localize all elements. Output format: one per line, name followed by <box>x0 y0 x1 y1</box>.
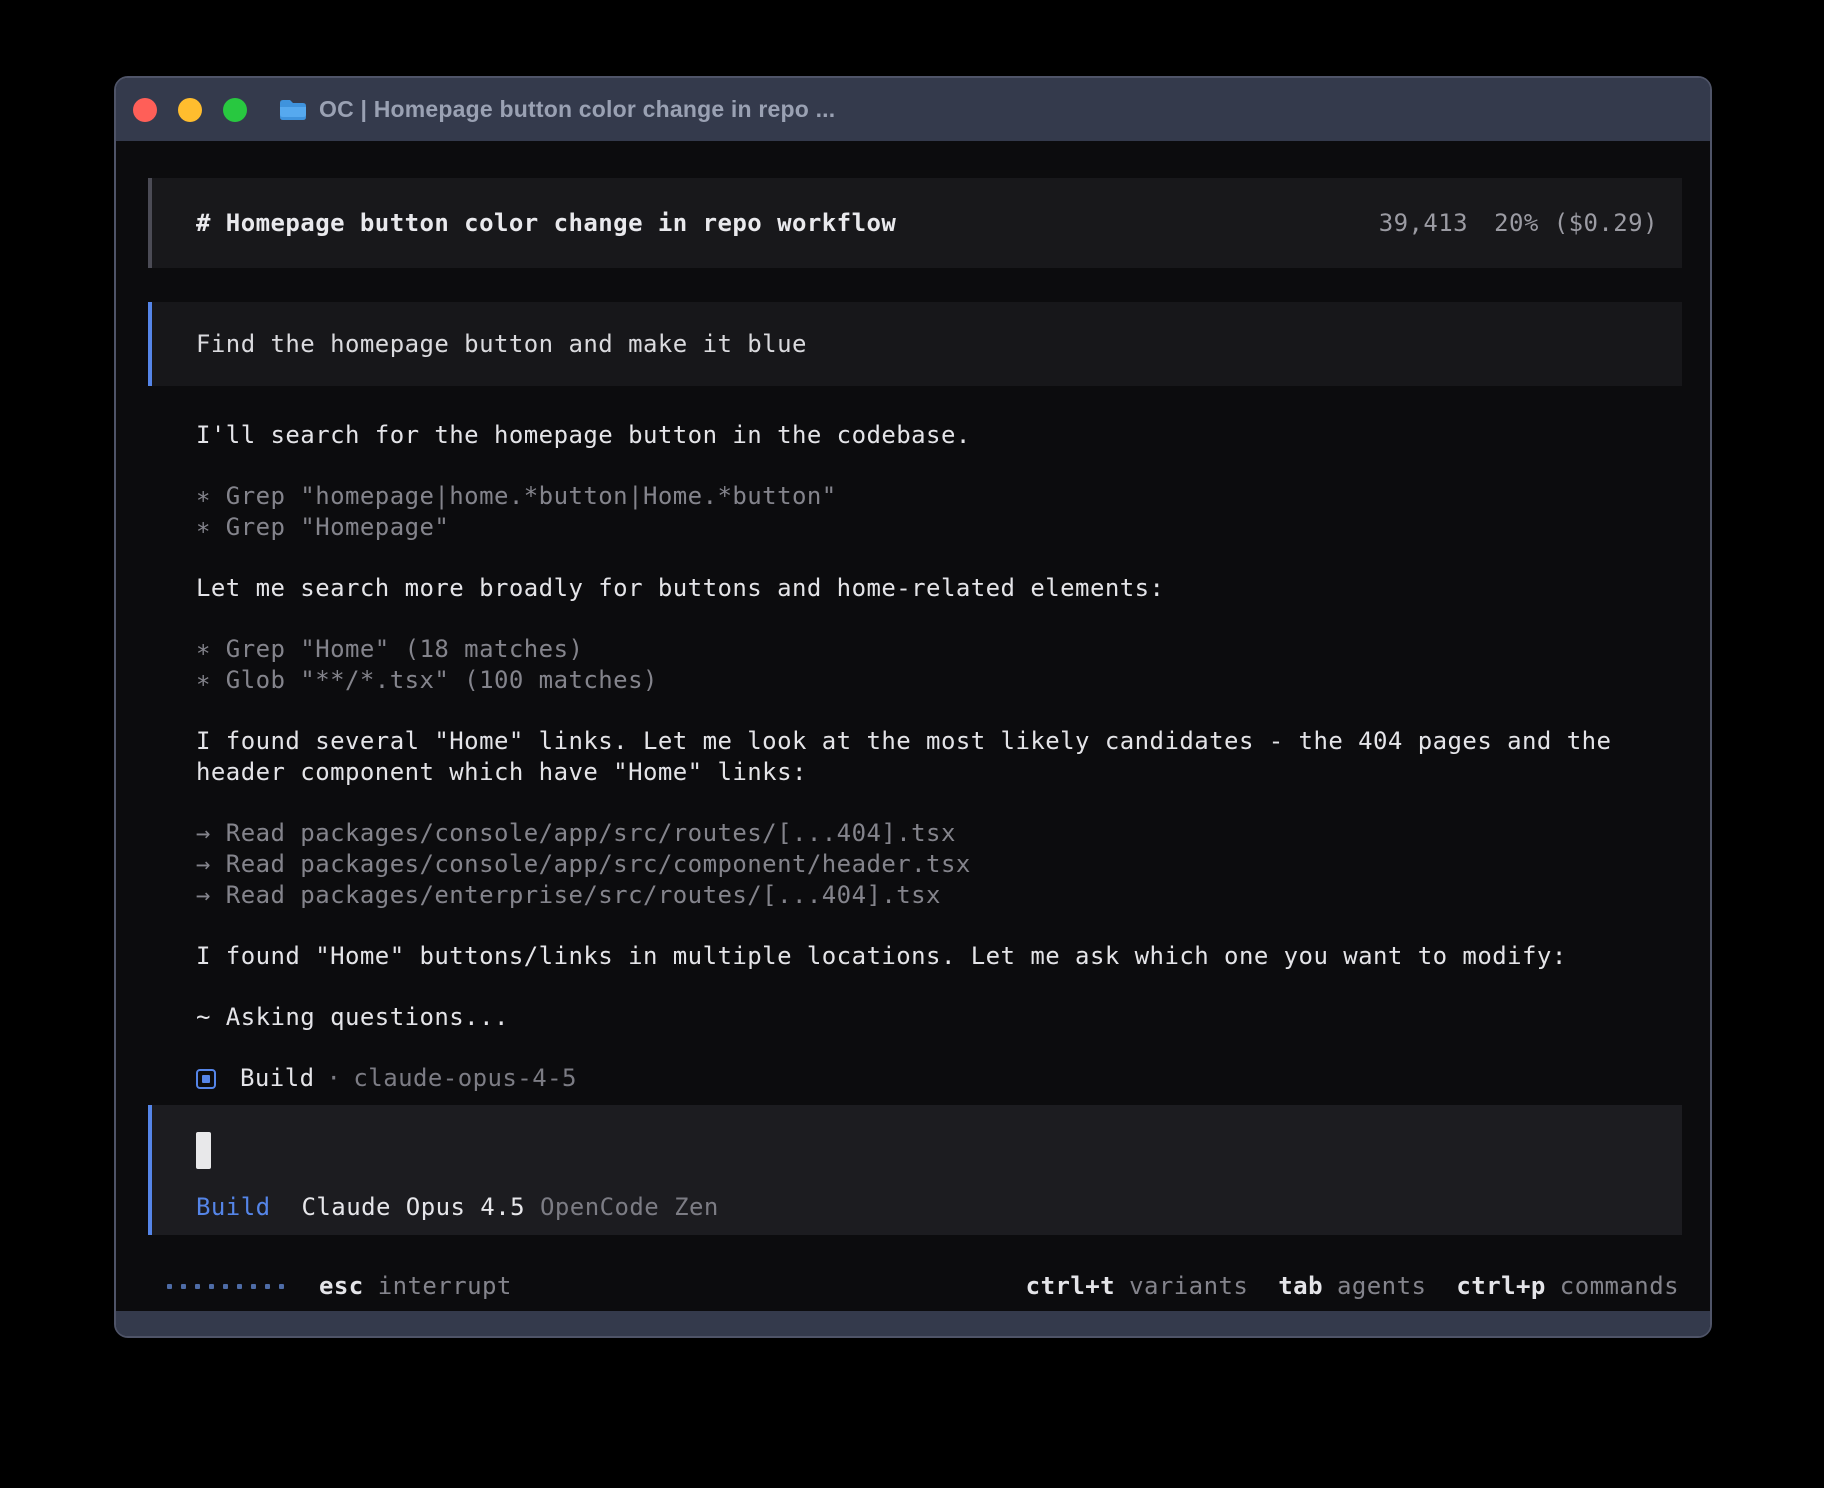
titlebar: OC | Homepage button color change in rep… <box>116 78 1710 141</box>
user-message: Find the homepage button and make it blu… <box>148 302 1682 386</box>
spinner-dot <box>195 1284 200 1289</box>
assistant-text-block: ~ Asking questions... <box>196 1002 1686 1033</box>
text-cursor <box>196 1132 211 1169</box>
session-title: # Homepage button color change in repo w… <box>196 208 896 239</box>
tool-call-line: ∗ Grep "homepage|home.*button|Home.*butt… <box>196 481 1686 512</box>
input-provider: OpenCode Zen <box>540 1192 719 1223</box>
assistant-tool-block: ∗ Grep "homepage|home.*button|Home.*butt… <box>196 481 1686 543</box>
tool-call-line: ∗ Grep "Home" (18 matches) <box>196 634 1686 665</box>
context-usage-cost: 20% ($0.29) <box>1494 208 1658 239</box>
session-header: # Homepage button color change in repo w… <box>148 178 1682 268</box>
tool-call-line: ∗ Glob "**/*.tsx" (100 matches) <box>196 665 1686 696</box>
agent-build-icon <box>196 1069 216 1089</box>
user-message-text: Find the homepage button and make it blu… <box>196 329 807 360</box>
tool-call-line: → Read packages/console/app/src/componen… <box>196 849 1686 880</box>
hint-label: variants <box>1129 1271 1248 1302</box>
assistant-text-line: header component which have "Home" links… <box>196 757 1686 788</box>
hint-key: esc <box>319 1271 364 1302</box>
hint-commands: ctrl+p commands <box>1456 1271 1679 1302</box>
tool-call-line: ∗ Grep "Homepage" <box>196 512 1686 543</box>
spinner-dots <box>167 1284 284 1289</box>
folder-icon <box>279 98 307 122</box>
agent-status-row: Build · claude-opus-4-5 <box>196 1063 1686 1094</box>
agent-model: claude-opus-4-5 <box>353 1063 577 1094</box>
status-bar: esc interrupt ctrl+tvariantstabagentsctr… <box>167 1268 1679 1304</box>
spinner-dot <box>265 1284 270 1289</box>
spinner-dot <box>237 1284 242 1289</box>
input-meta: Build Claude Opus 4.5 OpenCode Zen <box>196 1192 719 1223</box>
terminal-window: OC | Homepage button color change in rep… <box>114 76 1712 1338</box>
hint-key: ctrl+p <box>1456 1271 1545 1302</box>
spinner-dot <box>251 1284 256 1289</box>
assistant-tool-block: ∗ Grep "Home" (18 matches)∗ Glob "**/*.t… <box>196 634 1686 696</box>
assistant-text-block: I found "Home" buttons/links in multiple… <box>196 941 1686 972</box>
agent-separator: · <box>327 1063 342 1094</box>
assistant-text-line: Let me search more broadly for buttons a… <box>196 573 1686 604</box>
agent-name: Build <box>240 1063 315 1094</box>
hint-label: interrupt <box>378 1271 512 1302</box>
spinner-dot <box>167 1284 172 1289</box>
hint-variants: ctrl+t variants <box>1026 1271 1249 1302</box>
assistant-read-block: → Read packages/console/app/src/routes/[… <box>196 818 1686 911</box>
hint-label: commands <box>1560 1271 1679 1302</box>
assistant-text-block: Let me search more broadly for buttons a… <box>196 573 1686 604</box>
tool-call-line: → Read packages/enterprise/src/routes/[.… <box>196 880 1686 911</box>
hint-key: ctrl+t <box>1026 1271 1115 1302</box>
close-button[interactable] <box>133 98 157 122</box>
session-stats: 39,413 20% ($0.29) <box>1379 208 1658 239</box>
assistant-text-line: I'll search for the homepage button in t… <box>196 420 1686 451</box>
assistant-text-block: I'll search for the homepage button in t… <box>196 420 1686 451</box>
keyboard-hints: ctrl+t variants tab agents ctrl+p commands <box>1026 1271 1679 1302</box>
input-mode: Build <box>196 1192 271 1223</box>
token-count: 39,413 <box>1379 208 1468 239</box>
zoom-button[interactable] <box>223 98 247 122</box>
hint-interrupt: esc interrupt <box>319 1271 512 1302</box>
window-title: OC | Homepage button color change in rep… <box>319 96 835 123</box>
conversation: I'll search for the homepage button in t… <box>196 420 1686 1094</box>
status-left: esc interrupt <box>167 1271 512 1302</box>
assistant-text-block: I found several "Home" links. Let me loo… <box>196 726 1686 788</box>
spinner-dot <box>279 1284 284 1289</box>
footer-strip <box>116 1311 1710 1336</box>
minimize-button[interactable] <box>178 98 202 122</box>
traffic-lights <box>133 98 247 122</box>
hint-label: agents <box>1337 1271 1426 1302</box>
input-model: Claude Opus 4.5 <box>302 1192 526 1223</box>
assistant-text-line: ~ Asking questions... <box>196 1002 1686 1033</box>
assistant-text-line: I found "Home" buttons/links in multiple… <box>196 941 1686 972</box>
spinner-dot <box>223 1284 228 1289</box>
tool-call-line: → Read packages/console/app/src/routes/[… <box>196 818 1686 849</box>
hint-key: tab <box>1278 1271 1323 1302</box>
hint-agents: tab agents <box>1278 1271 1426 1302</box>
spinner-dot <box>181 1284 186 1289</box>
spinner-dot <box>209 1284 214 1289</box>
assistant-text-line: I found several "Home" links. Let me loo… <box>196 726 1686 757</box>
prompt-input[interactable]: Build Claude Opus 4.5 OpenCode Zen <box>148 1105 1682 1235</box>
